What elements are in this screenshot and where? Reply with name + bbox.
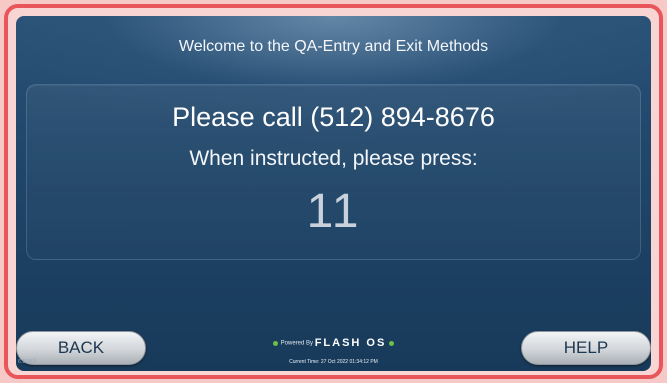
brand-logo: FLASH OS (314, 337, 387, 349)
phone-call-text: Please call (512) 894-8676 (172, 102, 495, 132)
version-label: 6.15.0.0 (18, 359, 37, 365)
status-dot-icon (272, 340, 278, 346)
press-code: 11 (306, 185, 361, 238)
powered-by-label: Powered By (280, 340, 314, 347)
welcome-title: Welcome to the QA-Entry and Exit Methods (178, 38, 489, 55)
outer-frame: Welcome to the QA-Entry and Exit Methods… (4, 4, 663, 379)
current-time: Current Time: 27 Oct 2022 01:34:12 PM (289, 359, 378, 365)
powered-by: Powered By FLASH OS (16, 337, 651, 349)
kiosk-screen: Welcome to the QA-Entry and Exit Methods… (16, 16, 651, 371)
status-dot-icon (389, 340, 395, 346)
instruction-text: When instructed, please press: (189, 147, 478, 170)
